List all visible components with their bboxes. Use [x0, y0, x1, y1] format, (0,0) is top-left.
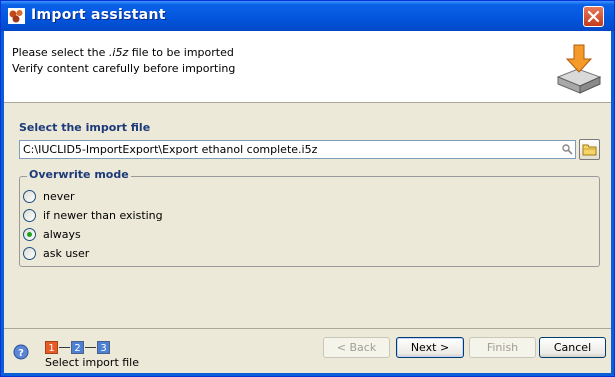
radio-if-newer[interactable]	[23, 208, 36, 222]
radio-label-ask-user: ask user	[43, 246, 90, 260]
step-3-indicator: 3	[97, 340, 110, 354]
search-icon[interactable]	[562, 144, 573, 155]
dialog-body: Please select the .i5z file to be import…	[4, 31, 611, 373]
overwrite-option-never[interactable]: never	[23, 188, 75, 204]
step-caption: Select import file	[45, 356, 139, 369]
wizard-steps: 1 2 3	[45, 340, 110, 354]
title-bar[interactable]: Import assistant	[1, 1, 614, 31]
overwrite-option-always[interactable]: always	[23, 226, 81, 242]
cancel-button[interactable]: Cancel	[539, 337, 606, 358]
step-connector	[59, 346, 70, 348]
header-hint: Verify content carefully before importin…	[12, 62, 236, 75]
close-button[interactable]	[583, 6, 604, 27]
header-instruction-suffix: file to be imported	[128, 46, 234, 59]
import-file-path-input[interactable]: C:\IUCLID5-ImportExport\Export ethanol c…	[19, 140, 576, 159]
next-button[interactable]: Next >	[396, 337, 464, 358]
header-file-extension: .i5z	[108, 46, 129, 59]
import-file-label: Select the import file	[19, 121, 151, 134]
header-instruction: Please select the .i5z file to be import…	[12, 46, 234, 59]
import-tray-icon	[556, 44, 602, 94]
overwrite-mode-legend: Overwrite mode	[27, 168, 131, 181]
step-1-indicator: 1	[45, 340, 58, 354]
app-icon	[8, 8, 25, 24]
overwrite-option-ask-user[interactable]: ask user	[23, 245, 89, 261]
back-button[interactable]: < Back	[323, 337, 390, 358]
wizard-header: Please select the .i5z file to be import…	[4, 31, 611, 103]
browse-button[interactable]	[579, 139, 600, 160]
radio-label-always: always	[43, 227, 81, 241]
radio-label-never: never	[43, 189, 75, 203]
header-instruction-prefix: Please select the	[12, 46, 109, 59]
radio-always[interactable]	[23, 227, 36, 241]
step-2-indicator: 2	[71, 340, 84, 354]
step-connector	[85, 346, 96, 348]
overwrite-option-if-newer[interactable]: if newer than existing	[23, 207, 163, 223]
import-assistant-window: Import assistant Please select the .i5z …	[0, 0, 615, 377]
radio-ask-user[interactable]	[23, 246, 36, 260]
folder-icon	[582, 144, 597, 156]
footer-divider	[4, 328, 611, 329]
window-title: Import assistant	[31, 7, 166, 23]
radio-label-if-newer: if newer than existing	[43, 208, 163, 222]
help-icon[interactable]: ?	[13, 344, 29, 360]
close-icon	[587, 10, 600, 23]
svg-text:?: ?	[18, 348, 24, 359]
radio-never[interactable]	[23, 189, 36, 203]
finish-button[interactable]: Finish	[469, 337, 536, 358]
